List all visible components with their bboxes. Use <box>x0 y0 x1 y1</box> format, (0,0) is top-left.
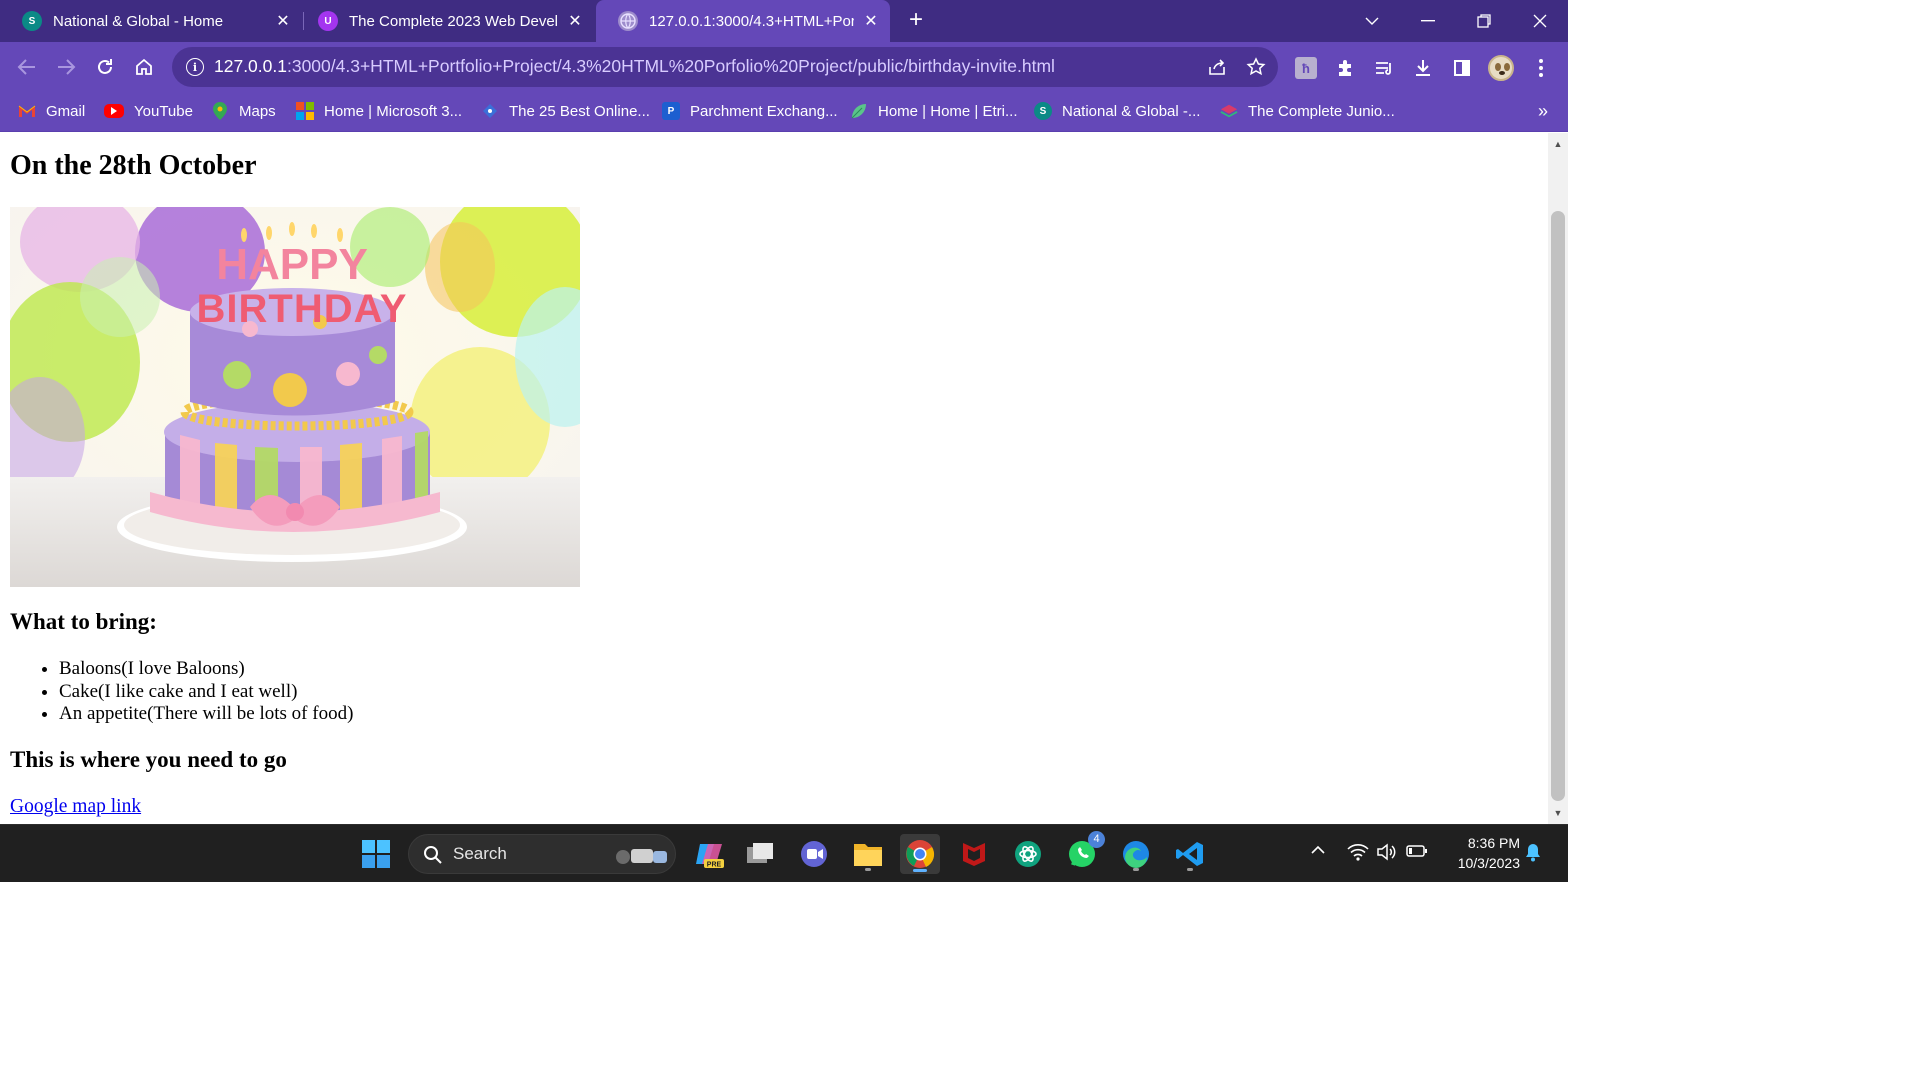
notification-bell-icon[interactable] <box>1524 842 1542 866</box>
tab-birthday-invite[interactable]: 127.0.0.1:3000/4.3+HTML+Portf ✕ <box>596 0 890 42</box>
scrollbar-thumb[interactable] <box>1551 211 1565 801</box>
reload-icon[interactable] <box>91 53 119 81</box>
minimize-button[interactable] <box>1400 0 1456 42</box>
address-bar[interactable]: i 127.0.0.1:3000/4.3+HTML+Portfolio+Proj… <box>172 47 1278 87</box>
search-highlight-icon <box>616 849 667 864</box>
gmail-icon <box>18 102 36 120</box>
close-icon[interactable]: ✕ <box>860 10 882 32</box>
close-icon[interactable]: ✕ <box>272 10 294 32</box>
bookmark-gmail[interactable]: Gmail <box>18 92 85 130</box>
bookmark-star-icon[interactable] <box>1245 56 1267 78</box>
microsoft-icon <box>296 102 314 120</box>
google-map-link[interactable]: Google map link <box>10 796 141 818</box>
bookmarks-bar: Gmail YouTube Maps Home | Microsoft 3...… <box>0 92 1568 132</box>
diamond-icon <box>481 102 499 120</box>
menu-kebab-icon[interactable] <box>1528 55 1554 81</box>
vscode-icon[interactable] <box>1170 834 1210 874</box>
teams-meet-icon[interactable] <box>794 834 834 874</box>
list-item: An appetite(There will be lots of food) <box>59 703 353 726</box>
bookmark-parchment[interactable]: P Parchment Exchang... <box>662 92 838 130</box>
scroll-up-arrow-icon[interactable]: ▲ <box>1548 135 1568 153</box>
bookmark-microsoft[interactable]: Home | Microsoft 3... <box>296 92 462 130</box>
home-icon[interactable] <box>130 53 158 81</box>
page-scrollbar[interactable]: ▲ ▼ <box>1548 133 1568 824</box>
share-icon[interactable] <box>1206 56 1228 78</box>
windows-taskbar: Search PRE 4 8:36 PM 10/3/2023 <box>0 824 1568 882</box>
wifi-icon[interactable] <box>1347 843 1369 865</box>
close-window-button[interactable] <box>1512 0 1568 42</box>
tab-udemy[interactable]: U The Complete 2023 Web Develo ✕ <box>296 0 594 42</box>
edge-icon[interactable] <box>1116 834 1156 874</box>
tab-strip: S National & Global - Home ✕ U The Compl… <box>0 0 1568 42</box>
layers-icon <box>1220 102 1238 120</box>
cake-candle-happy: HAPPY <box>216 240 368 289</box>
search-icon <box>424 846 442 864</box>
bring-list: Baloons(I love Baloons) Cake(I like cake… <box>59 658 353 726</box>
location-heading: This is where you need to go <box>10 747 287 772</box>
bookmark-youtube[interactable]: YouTube <box>104 92 193 130</box>
page-viewport: On the 28th October HAPPY BIRTHDAY What … <box>0 133 1548 824</box>
forward-arrow-icon[interactable] <box>52 53 80 81</box>
battery-icon[interactable] <box>1406 843 1428 863</box>
bookmark-25-best-online[interactable]: The 25 Best Online... <box>481 92 650 130</box>
clock-date: 10/3/2023 <box>1457 855 1520 871</box>
taskbar-clock[interactable]: 8:36 PM 10/3/2023 <box>1440 833 1520 873</box>
copilot-preview-icon[interactable]: PRE <box>690 834 730 874</box>
chrome-icon[interactable] <box>900 834 940 874</box>
leaf-icon <box>850 102 868 120</box>
globe-icon <box>618 11 638 31</box>
reading-list-icon[interactable] <box>1371 55 1397 81</box>
url-text[interactable]: 127.0.0.1:3000/4.3+HTML+Portfolio+Projec… <box>214 56 1055 77</box>
what-to-bring-heading: What to bring: <box>10 609 157 634</box>
file-explorer-icon[interactable] <box>848 834 888 874</box>
bookmark-maps[interactable]: Maps <box>211 92 276 130</box>
clock-time: 8:36 PM <box>1467 835 1520 851</box>
parchment-icon: P <box>662 102 680 120</box>
profile-avatar[interactable] <box>1488 55 1514 81</box>
whatsapp-notification-badge: 4 <box>1088 831 1105 848</box>
sharepoint-icon: S <box>22 11 42 31</box>
list-item: Cake(I like cake and I eat well) <box>59 681 353 704</box>
birthday-cake-image: HAPPY BIRTHDAY <box>10 207 580 587</box>
invite-date-heading: On the 28th October <box>10 150 257 181</box>
bookmark-etrinsic[interactable]: Home | Home | Etri... <box>850 92 1018 130</box>
bookmark-complete-junior[interactable]: The Complete Junio... <box>1220 92 1395 130</box>
tray-chevron-up-icon[interactable] <box>1310 843 1326 860</box>
chatgpt-icon[interactable] <box>1008 834 1048 874</box>
taskbar-search-box[interactable]: Search <box>408 834 676 874</box>
youtube-icon <box>104 104 124 118</box>
restore-button[interactable] <box>1456 0 1512 42</box>
bookmark-national-global[interactable]: S National & Global -... <box>1034 92 1200 130</box>
list-item: Baloons(I love Baloons) <box>59 658 353 681</box>
download-icon[interactable] <box>1410 55 1436 81</box>
svg-text:PRE: PRE <box>707 862 722 869</box>
sharepoint-icon: S <box>1034 102 1052 120</box>
extension-h-icon[interactable]: ħ <box>1293 55 1319 81</box>
task-view-icon[interactable] <box>740 834 780 874</box>
extensions-puzzle-icon[interactable] <box>1332 55 1358 81</box>
new-tab-button[interactable]: + <box>902 8 930 34</box>
maps-pin-icon <box>211 102 229 120</box>
tab-search-chevron-icon[interactable] <box>1344 0 1400 42</box>
side-panel-icon[interactable] <box>1449 55 1475 81</box>
browser-toolbar: i 127.0.0.1:3000/4.3+HTML+Portfolio+Proj… <box>0 42 1568 92</box>
close-icon[interactable]: ✕ <box>564 10 586 32</box>
volume-icon[interactable] <box>1376 843 1396 865</box>
udemy-icon: U <box>318 11 338 31</box>
site-info-icon[interactable]: i <box>186 58 204 76</box>
back-arrow-icon[interactable] <box>13 53 41 81</box>
scroll-down-arrow-icon[interactable]: ▼ <box>1548 804 1568 822</box>
tab-national-global[interactable]: S National & Global - Home ✕ <box>0 0 302 42</box>
more-bookmarks-chevron-icon[interactable]: » <box>1538 101 1548 122</box>
cake-candle-birthday: BIRTHDAY <box>197 287 408 331</box>
mcafee-icon[interactable] <box>954 834 994 874</box>
windows-start-icon[interactable] <box>356 834 396 874</box>
